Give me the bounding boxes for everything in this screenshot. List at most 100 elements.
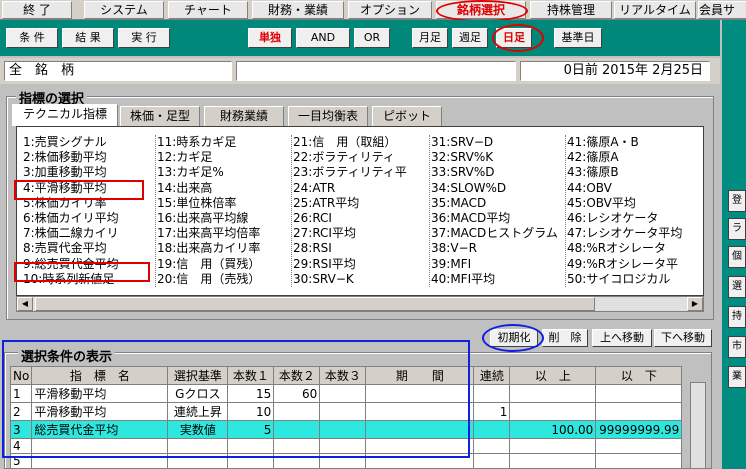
table-cell[interactable] [319, 384, 367, 403]
indicator-item[interactable]: 41:篠原A・B [567, 135, 703, 150]
table-cell[interactable] [365, 384, 475, 403]
indicator-item[interactable]: 12:カギ足 [157, 150, 291, 165]
delete-button[interactable]: 削 除 [542, 329, 588, 347]
table-cell[interactable]: 5 [227, 420, 275, 439]
right-button-4[interactable]: 選 [728, 276, 746, 298]
scroll-thumb[interactable] [35, 297, 595, 311]
table-cell[interactable] [509, 438, 597, 454]
stock-name-field[interactable] [236, 61, 516, 81]
indicator-item[interactable]: 14:出来高 [157, 181, 291, 196]
table-cell[interactable]: 総売買代金平均 [31, 420, 169, 439]
menu-chart[interactable]: チャート [168, 1, 248, 19]
indicator-item[interactable]: 18:出来高カイリ率 [157, 241, 291, 256]
single-button[interactable]: 単独 [248, 28, 292, 48]
menu-exit[interactable]: 終 了 [2, 1, 72, 19]
indicator-item[interactable]: 27:RCI平均 [293, 226, 429, 241]
indicator-item[interactable]: 6:株価カイリ平均 [23, 211, 155, 226]
indicator-item[interactable]: 5:株価カイリ率 [23, 196, 155, 211]
right-button-5[interactable]: 持 [728, 306, 746, 328]
table-cell[interactable] [273, 402, 321, 421]
indicator-item[interactable]: 45:OBV平均 [567, 196, 703, 211]
table-cell[interactable] [473, 453, 511, 469]
indicator-item[interactable]: 9:総売買代金平均 [23, 257, 155, 272]
right-button-2[interactable]: ラ [728, 218, 746, 240]
table-cell[interactable] [319, 453, 367, 469]
or-button[interactable]: OR [354, 28, 390, 48]
right-button-7[interactable]: 業 [728, 366, 746, 388]
table-cell[interactable] [365, 438, 475, 454]
indicator-item[interactable]: 48:%Rオシレータ [567, 241, 703, 256]
table-row[interactable]: 1 平滑移動平均 Gクロス 15 60 [9, 384, 683, 403]
indicator-item[interactable]: 32:SRV%K [431, 150, 565, 165]
table-cell[interactable]: 平滑移動平均 [31, 384, 169, 403]
indicator-item[interactable]: 13:カギ足% [157, 165, 291, 180]
table-cell[interactable] [595, 438, 683, 454]
table-cell[interactable] [319, 438, 367, 454]
table-cell[interactable] [167, 453, 229, 469]
table-row[interactable]: 3 総売買代金平均 実数値 5 100.00 99999999.99 [9, 420, 683, 439]
indicator-item[interactable]: 43:篠原B [567, 165, 703, 180]
indicator-item[interactable]: 38:V−R [431, 241, 565, 256]
table-cell[interactable] [273, 420, 321, 439]
table-cell[interactable]: Gクロス [167, 384, 229, 403]
indicator-item[interactable]: 15:単位株倍率 [157, 196, 291, 211]
indicator-item[interactable]: 3:加重移動平均 [23, 165, 155, 180]
indicator-item[interactable]: 22:ボラティリティ [293, 150, 429, 165]
indicator-item[interactable]: 4:平滑移動平均 [23, 181, 155, 196]
tab-price-pattern[interactable]: 株価・足型 [120, 106, 200, 126]
scroll-left-icon[interactable]: ◀ [17, 297, 33, 311]
table-cell[interactable] [509, 453, 597, 469]
indicator-item[interactable]: 1:売買シグナル [23, 135, 155, 150]
menu-member[interactable]: 会員サ [698, 1, 746, 19]
table-cell[interactable]: 1 [9, 384, 33, 403]
indicator-item[interactable]: 16:出来高平均線 [157, 211, 291, 226]
indicator-item[interactable]: 8:売買代金平均 [23, 241, 155, 256]
table-cell[interactable] [595, 453, 683, 469]
indicator-item[interactable]: 33:SRV%D [431, 165, 565, 180]
indicator-item[interactable]: 24:ATR [293, 181, 429, 196]
table-cell[interactable] [509, 384, 597, 403]
conditions-vscroll[interactable] [690, 382, 706, 469]
table-cell[interactable] [365, 453, 475, 469]
stock-field[interactable]: 全 銘 柄 [4, 61, 232, 81]
move-down-button[interactable]: 下へ移動 [654, 329, 712, 347]
indicator-item[interactable]: 37:MACDヒストグラム [431, 226, 565, 241]
table-cell[interactable] [365, 402, 475, 421]
daily-button[interactable]: 日足 [496, 28, 532, 48]
scroll-right-icon[interactable]: ▶ [687, 297, 703, 311]
indicator-item[interactable]: 11:時系カギ足 [157, 135, 291, 150]
table-cell[interactable]: 2 [9, 402, 33, 421]
indicator-item[interactable]: 19:信 用（買残） [157, 257, 291, 272]
indicator-item[interactable]: 30:SRV−K [293, 272, 429, 287]
tab-financial[interactable]: 財務業績 [204, 106, 284, 126]
right-button-1[interactable]: 登 [728, 190, 746, 212]
table-row[interactable]: 4 [9, 438, 683, 454]
result-button[interactable]: 結 果 [62, 28, 114, 48]
right-button-6[interactable]: 市 [728, 336, 746, 358]
indicator-item[interactable]: 46:レシオケータ [567, 211, 703, 226]
menu-stock-selection[interactable]: 銘柄選択 [436, 1, 526, 19]
indicator-item[interactable]: 7:株価二線カイリ [23, 226, 155, 241]
indicator-item[interactable]: 20:信 用（売残） [157, 272, 291, 287]
tab-technical[interactable]: テクニカル指標 [12, 104, 118, 126]
table-cell[interactable] [473, 384, 511, 403]
indicator-item[interactable]: 50:サイコロジカル [567, 272, 703, 287]
table-cell[interactable] [227, 438, 275, 454]
table-cell[interactable] [227, 453, 275, 469]
indicator-item[interactable]: 39:MFI [431, 257, 565, 272]
indicator-item[interactable]: 21:信 用（取組） [293, 135, 429, 150]
table-cell[interactable]: 99999999.99 [595, 420, 683, 439]
indicator-item[interactable]: 44:OBV [567, 181, 703, 196]
indicator-item[interactable]: 47:レシオケータ平均 [567, 226, 703, 241]
table-cell[interactable] [509, 402, 597, 421]
indicator-hscroll[interactable]: ◀ ▶ [16, 296, 704, 312]
move-up-button[interactable]: 上へ移動 [592, 329, 652, 347]
table-cell[interactable] [319, 420, 367, 439]
table-cell[interactable]: 60 [273, 384, 321, 403]
indicator-item[interactable]: 25:ATR平均 [293, 196, 429, 211]
table-cell[interactable]: 100.00 [509, 420, 597, 439]
table-cell[interactable]: 実数値 [167, 420, 229, 439]
indicator-item[interactable]: 28:RSI [293, 241, 429, 256]
table-cell[interactable] [319, 402, 367, 421]
indicator-item[interactable]: 10:時系列新値足 [23, 272, 155, 287]
